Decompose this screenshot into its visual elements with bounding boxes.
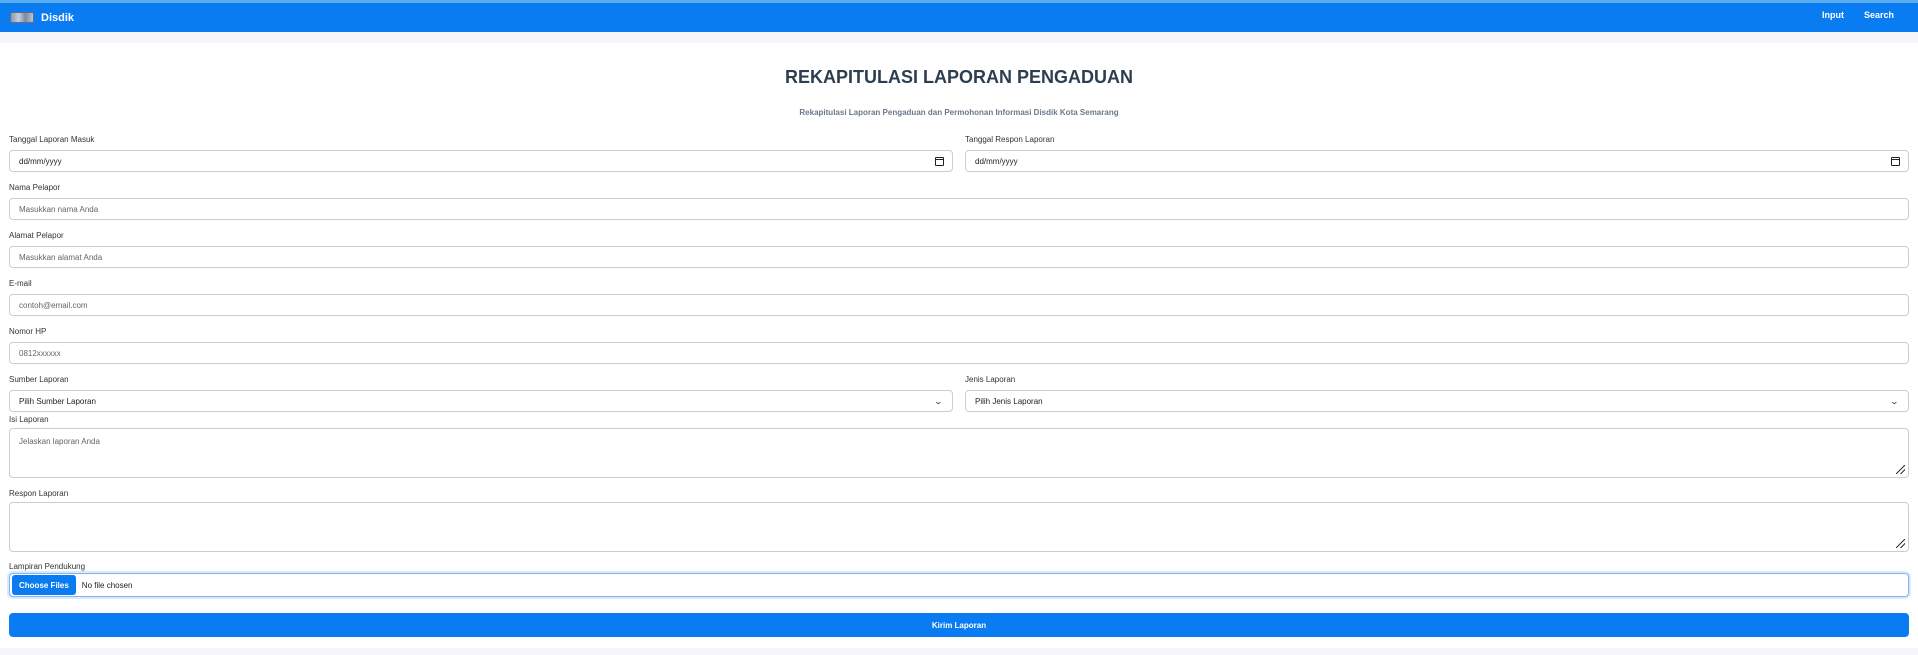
calendar-icon[interactable]: [935, 157, 944, 166]
navbar: Disdik Input Search: [0, 3, 1918, 32]
calendar-icon[interactable]: [1891, 157, 1900, 166]
page-subtitle: Rekapitulasi Laporan Pengaduan dan Permo…: [799, 108, 1119, 117]
chevron-down-icon: ⌄: [1889, 397, 1900, 406]
jenis-select[interactable]: Pilih Jenis Laporan ⌄: [965, 390, 1909, 412]
tanggal-masuk-value: dd/mm/yyyy: [19, 156, 62, 166]
submit-button[interactable]: Kirim Laporan: [9, 613, 1909, 637]
sumber-select[interactable]: Pilih Sumber Laporan ⌄: [9, 390, 953, 412]
email-label: E-mail: [9, 279, 32, 288]
respon-textarea[interactable]: [9, 502, 1909, 552]
isi-placeholder: Jelaskan laporan Anda: [19, 437, 100, 446]
hp-input[interactable]: 0812xxxxxx: [9, 342, 1909, 364]
alamat-input[interactable]: Masukkan alamat Anda: [9, 246, 1909, 268]
jenis-label: Jenis Laporan: [965, 375, 1016, 384]
tanggal-respon-input[interactable]: dd/mm/yyyy: [965, 150, 1909, 172]
email-input[interactable]: contoh@email.com: [9, 294, 1909, 316]
page-title: REKAPITULASI LAPORAN PENGADUAN: [784, 67, 1133, 87]
choose-files-button[interactable]: Choose Files: [12, 575, 76, 595]
email-placeholder: contoh@email.com: [19, 300, 88, 310]
alamat-placeholder: Masukkan alamat Anda: [19, 252, 103, 262]
lampiran-label: Lampiran Pendukung: [9, 562, 86, 571]
nama-label: Nama Pelapor: [9, 183, 61, 192]
respon-label: Respon Laporan: [9, 489, 69, 498]
resize-handle-icon[interactable]: [1896, 539, 1905, 548]
nav-search-link[interactable]: Search: [1864, 10, 1894, 20]
disdik-logo: [10, 12, 34, 23]
jenis-selected: Pilih Jenis Laporan: [975, 396, 1043, 406]
isi-label: Isi Laporan: [9, 415, 49, 424]
nav-links: Input Search: [1822, 10, 1894, 20]
alamat-label: Alamat Pelapor: [9, 231, 64, 240]
lampiran-file-input[interactable]: Choose Files No file chosen: [9, 573, 1909, 597]
sumber-selected: Pilih Sumber Laporan: [19, 396, 96, 406]
tanggal-respon-value: dd/mm/yyyy: [975, 156, 1018, 166]
isi-textarea[interactable]: Jelaskan laporan Anda: [9, 428, 1909, 478]
brand[interactable]: Disdik: [10, 12, 74, 24]
nama-input[interactable]: Masukkan nama Anda: [9, 198, 1909, 220]
hp-label: Nomor HP: [9, 327, 47, 336]
tanggal-respon-label: Tanggal Respon Laporan: [965, 135, 1055, 144]
nav-input-link[interactable]: Input: [1822, 10, 1844, 20]
tanggal-masuk-label: Tanggal Laporan Masuk: [9, 135, 95, 144]
resize-handle-icon[interactable]: [1896, 465, 1905, 474]
brand-name: Disdik: [41, 11, 75, 24]
nama-placeholder: Masukkan nama Anda: [19, 204, 99, 214]
hp-placeholder: 0812xxxxxx: [19, 348, 61, 358]
tanggal-masuk-input[interactable]: dd/mm/yyyy: [9, 150, 953, 172]
sumber-label: Sumber Laporan: [9, 375, 69, 384]
chevron-down-icon: ⌄: [933, 397, 944, 406]
file-status: No file chosen: [81, 580, 133, 590]
